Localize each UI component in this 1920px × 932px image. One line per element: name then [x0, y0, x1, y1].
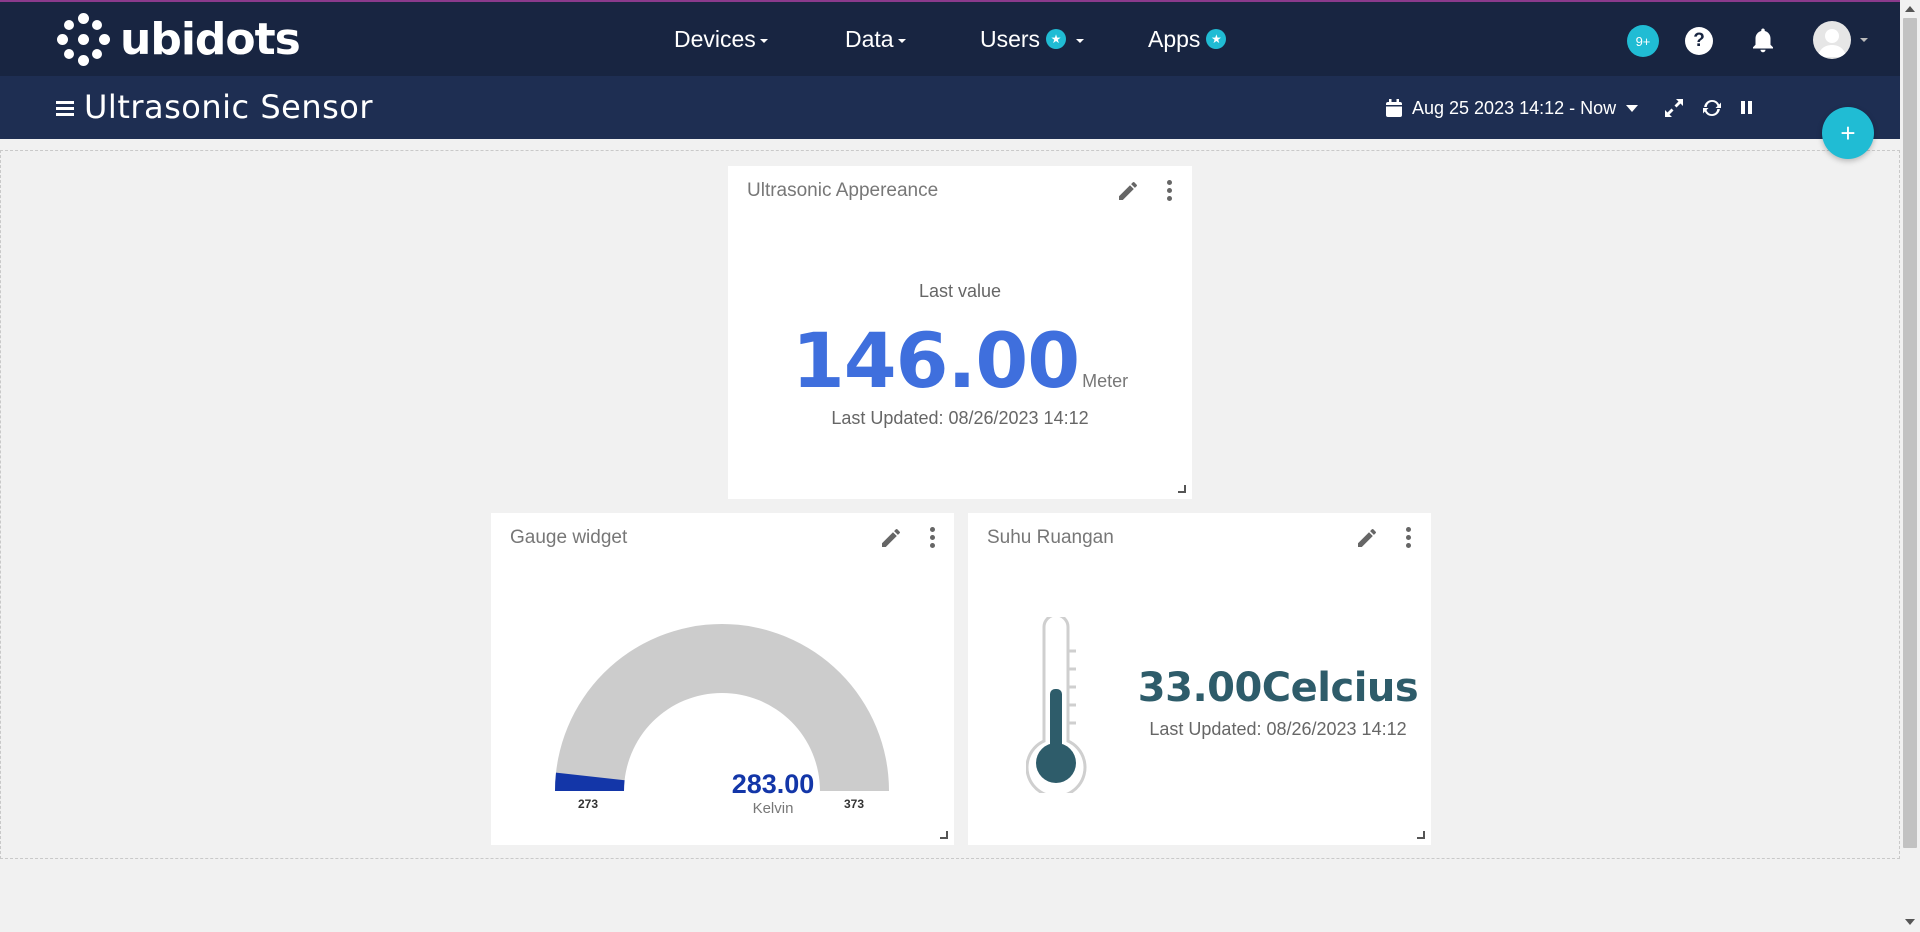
- gauge-max-label: 373: [843, 797, 865, 811]
- widget-thermometer[interactable]: Suhu Ruangan 33.00Celcius Last Updated: …: [968, 513, 1431, 845]
- nav-apps-label: Apps: [1148, 25, 1201, 52]
- gauge-unit: Kelvin: [752, 800, 794, 817]
- last-value-label: Last value: [918, 281, 1002, 301]
- scroll-up-arrow-icon[interactable]: [1905, 6, 1915, 12]
- bell-icon[interactable]: [1748, 26, 1778, 56]
- dashboard-header: Ultrasonic Sensor Aug 25 2023 14:12 - No…: [0, 76, 1900, 139]
- refresh-icon[interactable]: [1701, 97, 1723, 119]
- caret-down-icon: [1626, 104, 1639, 112]
- notification-count-badge[interactable]: 9+: [1627, 25, 1659, 57]
- expand-icon[interactable]: [1663, 97, 1685, 119]
- nav-users[interactable]: Users ★: [980, 2, 1085, 76]
- gauge-min-label: 273: [577, 797, 599, 811]
- pause-icon[interactable]: [1736, 97, 1758, 119]
- date-range-picker[interactable]: Aug 25 2023 14:12 - Now: [1386, 94, 1639, 122]
- last-updated-text: Last Updated: 08/26/2023 14:12: [831, 408, 1089, 428]
- nav-apps[interactable]: Apps ★: [1148, 2, 1227, 76]
- last-updated-text: Last Updated: 08/26/2023 14:12: [1149, 719, 1407, 739]
- widget-ultrasonic-last-value[interactable]: Ultrasonic Appereance Last value 146.00 M…: [728, 166, 1192, 499]
- star-badge-icon: ★: [1206, 29, 1227, 49]
- pencil-edit-icon[interactable]: [1355, 526, 1379, 550]
- more-options-icon[interactable]: [1406, 527, 1412, 549]
- date-range-label: Aug 25 2023 14:12 - Now: [1412, 97, 1617, 118]
- add-widget-button[interactable]: +: [1822, 107, 1874, 159]
- calendar-icon: [1386, 99, 1402, 117]
- hamburger-menu-icon[interactable]: [56, 101, 74, 117]
- last-value-display: 146.00 Meter: [728, 316, 1192, 405]
- nav-devices-label: Devices: [674, 25, 756, 52]
- logo-dots-icon: [56, 12, 112, 68]
- star-badge-icon: ★: [1046, 29, 1067, 49]
- nav-devices[interactable]: Devices: [674, 2, 768, 76]
- nav-data[interactable]: Data: [845, 2, 906, 76]
- resize-handle-icon[interactable]: [1417, 831, 1425, 839]
- thermometer-icon: [1026, 617, 1087, 793]
- vertical-scrollbar[interactable]: [1900, 0, 1920, 932]
- nav-data-label: Data: [845, 25, 894, 52]
- ubidots-logo[interactable]: ubidots: [56, 12, 301, 68]
- widget-gauge[interactable]: Gauge widget 283.00 Kelvin 273 373: [491, 513, 954, 845]
- widget-title: Suhu Ruangan: [987, 527, 1114, 548]
- logo-text: ubidots: [120, 14, 301, 65]
- chevron-down-icon: [1076, 38, 1085, 43]
- last-value-unit: Meter: [1082, 371, 1129, 391]
- pencil-edit-icon[interactable]: [1116, 179, 1140, 203]
- page-title: Ultrasonic Sensor: [84, 88, 373, 126]
- last-value-number: 146.00: [791, 316, 1080, 405]
- top-navbar: ubidots Devices Data Users ★ Apps ★ 9+ ?: [0, 0, 1900, 76]
- gauge-value: 283.00: [731, 769, 815, 799]
- resize-handle-icon[interactable]: [1178, 485, 1186, 493]
- gauge-track: [555, 624, 889, 791]
- nav-users-label: Users: [980, 25, 1041, 52]
- chevron-down-icon[interactable]: [1860, 38, 1868, 42]
- chevron-down-icon: [759, 38, 768, 43]
- chevron-down-icon: [897, 38, 906, 43]
- temperature-value: 33.00Celcius: [1137, 665, 1419, 711]
- help-icon[interactable]: ?: [1685, 27, 1713, 55]
- more-options-icon[interactable]: [1167, 180, 1173, 202]
- scrollbar-thumb[interactable]: [1903, 18, 1917, 848]
- user-avatar[interactable]: [1813, 21, 1851, 59]
- resize-handle-icon[interactable]: [940, 831, 948, 839]
- widget-title: Ultrasonic Appereance: [747, 180, 939, 201]
- user-silhouette-icon: [1818, 29, 1846, 57]
- scroll-down-arrow-icon[interactable]: [1905, 919, 1915, 925]
